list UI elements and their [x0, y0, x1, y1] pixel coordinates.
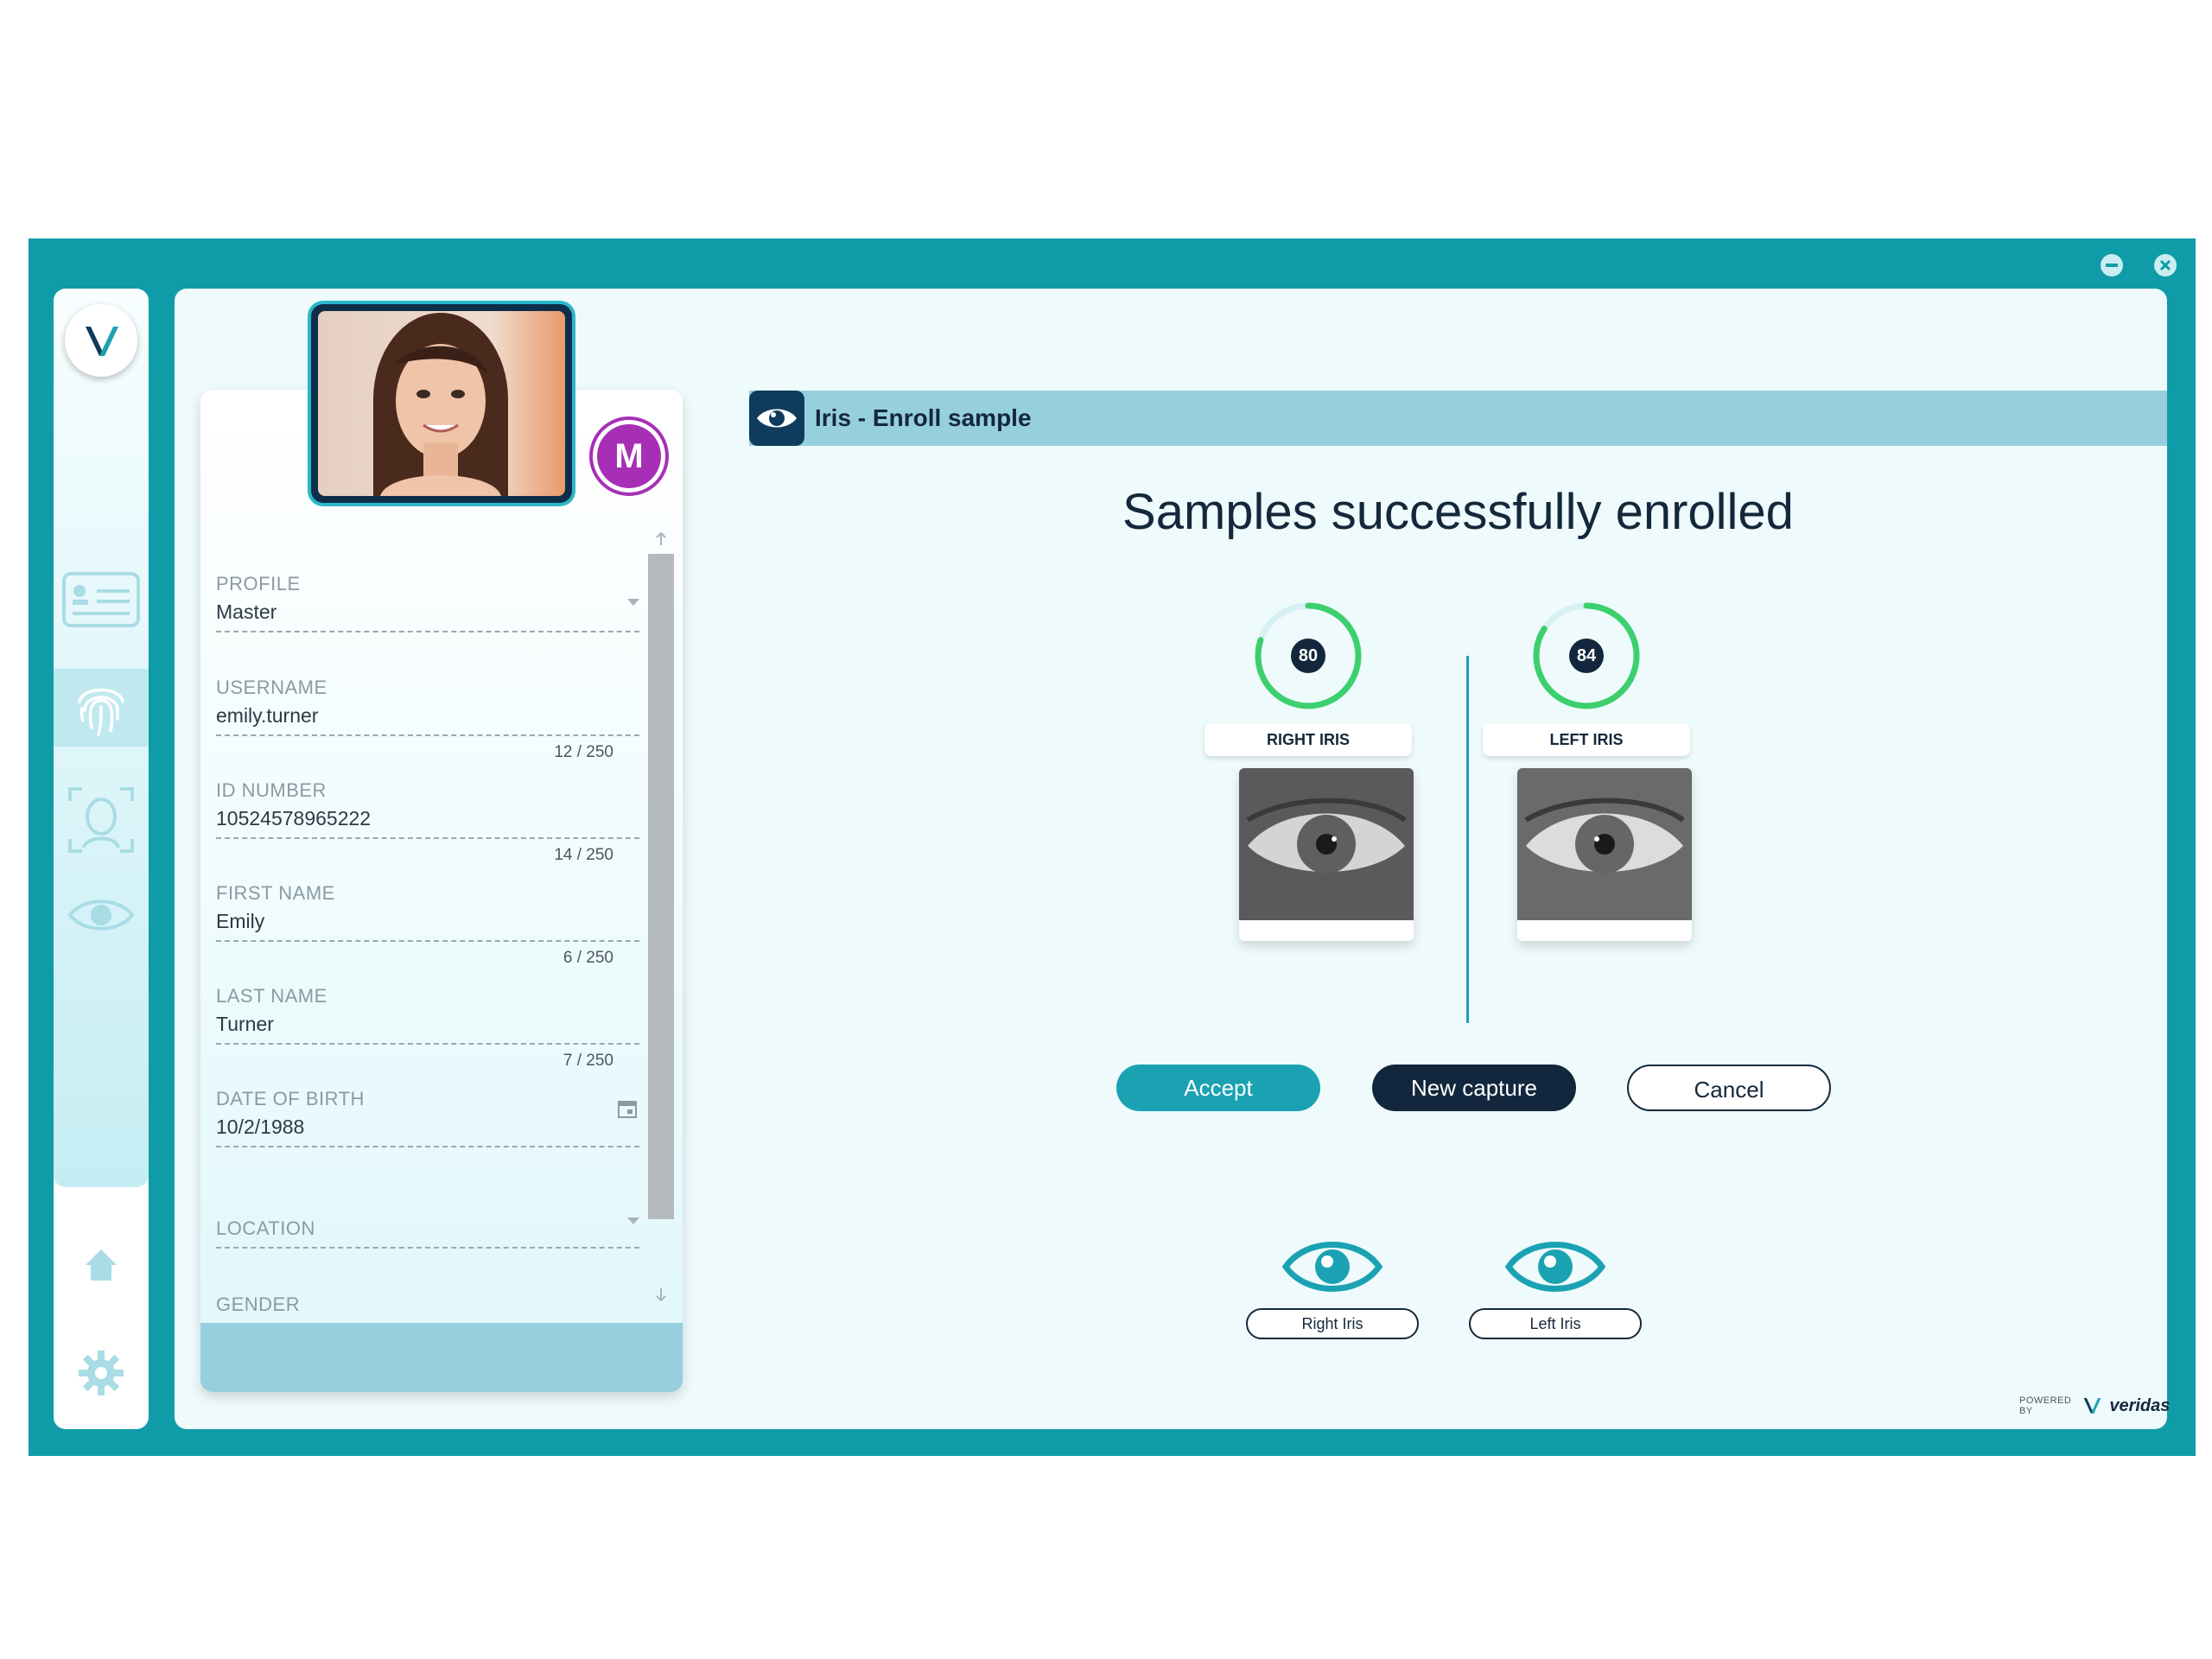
page-title: Samples successfully enrolled	[1122, 484, 1794, 540]
field-underline	[216, 1146, 639, 1147]
close-icon[interactable]	[2154, 254, 2177, 276]
app-window: PROFILE Master USERNAME emily.turner 12 …	[29, 238, 2196, 1456]
profile-badge: M	[589, 416, 669, 496]
field-underline	[216, 940, 639, 942]
cancel-button[interactable]: Cancel	[1627, 1065, 1831, 1111]
app-logo[interactable]	[65, 304, 137, 377]
right-iris-image	[1239, 768, 1414, 941]
column-divider	[1466, 656, 1469, 1023]
field-label: USERNAME	[216, 677, 327, 698]
profile-field[interactable]: PROFILE Master	[216, 573, 639, 632]
right-iris-score-ring: 80	[1252, 600, 1364, 716]
field-underline	[216, 631, 639, 632]
id-number-field[interactable]: ID NUMBER 10524578965222 14 / 250	[216, 779, 639, 865]
left-eye-icon[interactable]	[1503, 1232, 1607, 1306]
field-label: LAST NAME	[216, 985, 327, 1007]
username-field[interactable]: USERNAME emily.turner 12 / 250	[216, 677, 639, 762]
scroll-up-arrow-icon[interactable]	[655, 531, 667, 551]
brand-name: veridas	[2109, 1395, 2171, 1415]
sidebar	[54, 289, 149, 1429]
gender-field[interactable]: GENDER	[216, 1294, 639, 1316]
eye-icon	[749, 391, 804, 446]
field-label: FIRST NAME	[216, 882, 335, 904]
id-card-icon[interactable]	[54, 561, 149, 639]
left-iris-label: LEFT IRIS	[1483, 723, 1690, 756]
accept-button[interactable]: Accept	[1116, 1065, 1320, 1111]
main-content: PROFILE Master USERNAME emily.turner 12 …	[175, 289, 2170, 1429]
field-label: GENDER	[216, 1294, 301, 1315]
chevron-down-icon[interactable]	[627, 1217, 639, 1224]
left-iris-select-button[interactable]: Left Iris	[1469, 1308, 1642, 1339]
right-iris-select-button[interactable]: Right Iris	[1246, 1308, 1419, 1339]
fingerprint-icon[interactable]	[54, 669, 149, 747]
scroll-down-arrow-icon[interactable]	[655, 1287, 667, 1306]
field-value: Emily	[216, 910, 265, 932]
eye-icon[interactable]	[54, 876, 149, 954]
brand-logo-icon	[2083, 1397, 2101, 1414]
field-label: LOCATION	[216, 1217, 315, 1239]
chevron-down-icon[interactable]	[627, 599, 639, 606]
powered-by-label: POWERED BY	[2019, 1395, 2072, 1416]
left-iris-score: 84	[1569, 639, 1604, 673]
field-value: 10/2/1988	[216, 1116, 305, 1138]
section-header: Iris - Enroll sample	[749, 391, 2167, 446]
char-counter: 12 / 250	[554, 743, 613, 761]
field-label: PROFILE	[216, 573, 301, 594]
field-label: DATE OF BIRTH	[216, 1088, 365, 1109]
right-iris-score: 80	[1291, 639, 1325, 673]
field-value: emily.turner	[216, 704, 319, 727]
scrollbar[interactable]	[648, 528, 674, 1306]
date-of-birth-field[interactable]: DATE OF BIRTH 10/2/1988	[216, 1088, 639, 1147]
scrollbar-thumb[interactable]	[648, 554, 674, 1219]
field-underline	[216, 1043, 639, 1045]
right-eye-icon[interactable]	[1281, 1232, 1384, 1306]
field-value: Turner	[216, 1013, 274, 1035]
face-scan-icon[interactable]	[54, 781, 149, 859]
field-value: Master	[216, 601, 277, 623]
location-field[interactable]: LOCATION	[216, 1217, 639, 1249]
home-icon[interactable]	[54, 1226, 149, 1304]
field-label: ID NUMBER	[216, 779, 327, 801]
first-name-field[interactable]: FIRST NAME Emily 6 / 250	[216, 882, 639, 968]
section-title: Iris - Enroll sample	[815, 404, 1032, 431]
powered-by: POWERED BY veridas	[2019, 1395, 2170, 1417]
new-capture-button[interactable]: New capture	[1372, 1065, 1576, 1111]
sidebar-nav	[54, 289, 149, 1187]
profile-card: PROFILE Master USERNAME emily.turner 12 …	[200, 390, 683, 1392]
field-underline	[216, 1247, 639, 1249]
field-underline	[216, 734, 639, 736]
left-iris-image	[1517, 768, 1692, 941]
minimize-icon[interactable]	[2101, 254, 2123, 276]
char-counter: 14 / 250	[554, 846, 613, 864]
right-iris-label: RIGHT IRIS	[1205, 723, 1412, 756]
field-underline	[216, 837, 639, 839]
profile-badge-letter: M	[597, 424, 661, 488]
char-counter: 6 / 250	[563, 949, 613, 967]
profile-photo	[311, 304, 572, 503]
char-counter: 7 / 250	[563, 1052, 613, 1070]
left-iris-score-ring: 84	[1530, 600, 1643, 716]
card-footer	[200, 1323, 683, 1392]
gear-icon[interactable]	[54, 1334, 149, 1412]
calendar-icon[interactable]	[617, 1098, 638, 1123]
last-name-field[interactable]: LAST NAME Turner 7 / 250	[216, 985, 639, 1071]
field-value: 10524578965222	[216, 807, 372, 830]
